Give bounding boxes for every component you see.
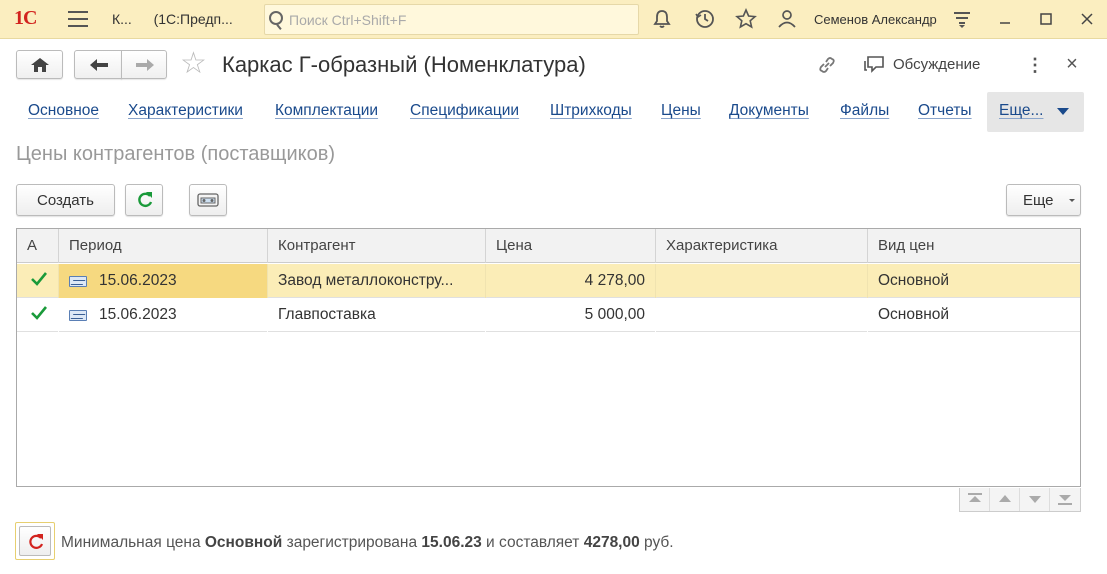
more-button-label: Еще — [1023, 191, 1054, 209]
window-title-short: К... — [112, 11, 132, 27]
close-window-icon[interactable] — [1077, 9, 1097, 29]
scroll-page-down-button[interactable] — [1020, 488, 1050, 511]
close-form-icon[interactable]: × — [1063, 54, 1081, 74]
tab-reports[interactable]: Отчеты — [918, 102, 972, 120]
tab-more-label: Еще... — [999, 102, 1044, 119]
scroll-page-up-button[interactable] — [990, 488, 1020, 511]
table-row[interactable]: 15.06.2023 Главпоставка 5 000,00 Основно… — [17, 298, 1080, 332]
chevron-down-icon — [1069, 199, 1075, 202]
home-icon — [31, 58, 49, 72]
price-type-cell: Основной — [878, 272, 950, 289]
main-menu-icon[interactable] — [68, 11, 88, 27]
tab-specifications[interactable]: Спецификации — [410, 102, 519, 120]
tab-documents[interactable]: Документы — [729, 102, 809, 120]
scroll-to-bottom-button[interactable] — [1050, 488, 1080, 511]
tab-prices[interactable]: Цены — [661, 102, 701, 120]
add-to-favorites-star-icon[interactable]: ☆ — [180, 49, 207, 79]
refresh-button[interactable] — [125, 184, 163, 216]
maximize-icon[interactable] — [1036, 9, 1056, 29]
footer-text-3: и составляет — [481, 534, 584, 551]
settings-menu-icon[interactable] — [951, 8, 973, 30]
tape-icon — [197, 193, 219, 207]
column-header-period[interactable]: Период — [59, 229, 268, 263]
column-header-counterparty[interactable]: Контрагент — [268, 229, 486, 263]
forward-button[interactable] — [121, 50, 167, 79]
arrow-left-icon — [90, 59, 108, 71]
price-cell: 4 278,00 — [486, 264, 656, 298]
period-cell: 15.06.2023 — [59, 298, 268, 332]
register-record-icon — [69, 276, 87, 287]
footer-amount: 4278,00 — [583, 534, 640, 551]
user-name[interactable]: Семенов Александр — [814, 12, 937, 27]
tab-files[interactable]: Файлы — [840, 102, 889, 120]
back-button[interactable] — [74, 50, 122, 79]
refresh-icon — [29, 534, 44, 549]
home-button[interactable] — [16, 50, 63, 79]
section-title: Цены контрагентов (поставщиков) — [16, 143, 336, 165]
checkmark-icon — [31, 306, 47, 320]
price-cell: 5 000,00 — [486, 298, 656, 332]
min-price-info: Минимальная цена Основной зарегистрирова… — [61, 534, 674, 552]
app-title: К... (1С:Предп... — [112, 11, 233, 27]
search-input[interactable] — [289, 9, 629, 31]
discussion-label: Обсуждение — [893, 56, 981, 73]
history-icon[interactable] — [694, 8, 716, 30]
column-header-characteristic[interactable]: Характеристика — [656, 229, 868, 263]
link-icon[interactable] — [816, 54, 838, 79]
global-search[interactable] — [264, 4, 639, 35]
period-cell: 15.06.2023 — [59, 264, 268, 298]
bell-icon[interactable] — [651, 8, 673, 30]
footer-text-2: зарегистрирована — [282, 534, 422, 551]
page-title: Каркас Г-образный (Номенклатура) — [222, 52, 586, 77]
table-header: А Период Контрагент Цена Характеристика … — [17, 229, 1080, 263]
footer-text-4: руб. — [639, 534, 674, 551]
footer-text-1: Минимальная цена — [61, 534, 205, 551]
tab-characteristics[interactable]: Характеристики — [128, 102, 243, 120]
column-header-price[interactable]: Цена — [486, 229, 656, 263]
tab-kits[interactable]: Комплектации — [275, 102, 378, 120]
table-scroll-controls — [959, 488, 1081, 512]
footer-refresh-button[interactable] — [15, 522, 55, 560]
arrow-right-icon — [136, 59, 154, 71]
search-icon — [269, 11, 283, 25]
characteristic-cell — [656, 298, 868, 332]
view-settings-button[interactable] — [189, 184, 227, 216]
column-header-active[interactable]: А — [17, 229, 59, 263]
more-button[interactable]: Еще — [1006, 184, 1081, 216]
more-actions-icon[interactable]: ⋮ — [1026, 55, 1044, 75]
period-value: 15.06.2023 — [99, 306, 177, 323]
discussion-button[interactable]: Обсуждение — [862, 54, 980, 76]
price-type-cell: Основной — [878, 306, 950, 323]
table-row[interactable]: 15.06.2023 Завод металлоконстру... 4 278… — [17, 264, 1080, 298]
tab-barcodes[interactable]: Штрихкоды — [550, 102, 632, 120]
chevron-down-icon — [1057, 108, 1069, 115]
window-title-app: (1С:Предп... — [153, 11, 233, 27]
active-cell — [17, 264, 59, 298]
scroll-to-top-button[interactable] — [960, 488, 990, 511]
refresh-icon — [138, 192, 153, 208]
counterparty-cell: Главпоставка — [268, 298, 486, 332]
active-cell — [17, 298, 59, 332]
tab-main[interactable]: Основное — [28, 102, 99, 120]
counterparty-cell: Завод металлоконстру... — [268, 264, 486, 298]
checkmark-icon — [31, 272, 47, 286]
user-icon[interactable] — [776, 8, 798, 30]
period-value: 15.06.2023 — [99, 272, 177, 289]
discussion-icon — [864, 56, 884, 73]
tab-more-dropdown[interactable]: Еще... — [987, 92, 1084, 132]
create-button[interactable]: Создать — [16, 184, 115, 216]
app-logo: 1С — [14, 7, 37, 29]
register-record-icon — [69, 310, 87, 321]
characteristic-cell — [656, 264, 868, 298]
title-bar: 1С К... (1С:Предп... Семенов Александр — [0, 0, 1107, 39]
footer-date: 15.06.23 — [421, 534, 482, 551]
minimize-icon[interactable] — [995, 9, 1015, 29]
prices-table[interactable]: А Период Контрагент Цена Характеристика … — [16, 228, 1081, 487]
column-header-price-type[interactable]: Вид цен — [868, 229, 1080, 263]
favorites-star-icon[interactable] — [735, 7, 757, 30]
footer-price-type: Основной — [204, 534, 283, 551]
